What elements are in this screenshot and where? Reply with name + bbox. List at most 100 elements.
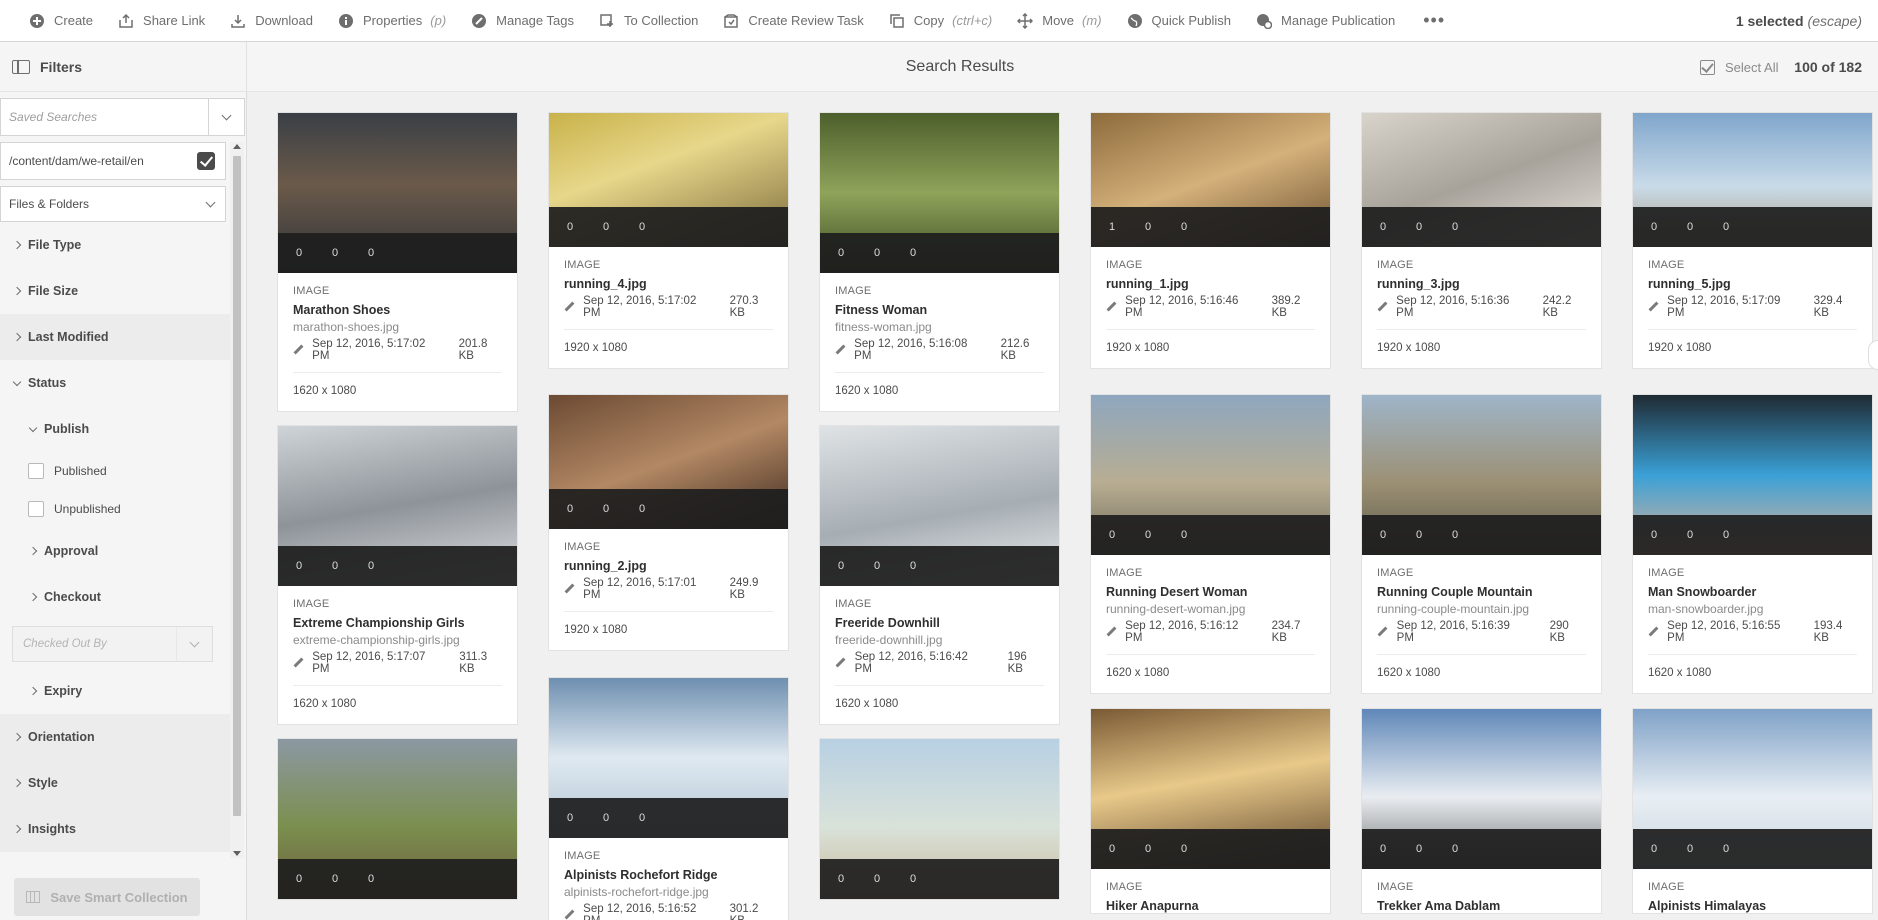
move-button[interactable]: Move (m): [1004, 0, 1113, 41]
stat-count: 0: [1145, 221, 1152, 233]
copy-icon: [888, 12, 906, 30]
path-checkbox[interactable]: [197, 152, 215, 170]
option-unpublished[interactable]: Unpublished: [0, 490, 230, 528]
saved-searches-dropdown[interactable]: [208, 99, 244, 135]
selection-status[interactable]: 1 selected (escape): [1736, 0, 1862, 42]
asset-card-9[interactable]: 0 0 0 IMAGE Freeride Downhill freeride-d…: [819, 425, 1060, 725]
checkbox[interactable]: [28, 463, 44, 479]
create-button[interactable]: Create: [0, 0, 105, 41]
path-filter[interactable]: /content/dam/we-retail/en: [0, 142, 226, 180]
asset-card-12[interactable]: 0 0 0 IMAGE Man Snowboarder man-snowboar…: [1632, 394, 1873, 694]
asset-thumbnail[interactable]: 0 0 0: [1633, 709, 1872, 869]
facet-approval[interactable]: Approval: [0, 528, 230, 574]
checkbox[interactable]: [28, 501, 44, 517]
grid-scroll-handle[interactable]: [1868, 340, 1878, 370]
create-review-task-button[interactable]: Create Review Task: [710, 0, 875, 41]
facet-label: File Type: [28, 238, 82, 252]
usage-stats-bar: 0 0 0: [820, 859, 1059, 899]
asset-card-11[interactable]: 0 0 0 IMAGE Running Couple Mountain runn…: [1361, 394, 1602, 694]
usage-stats-bar: 0 0 0: [1091, 829, 1330, 869]
asset-thumbnail[interactable]: 0 0 0: [820, 113, 1059, 273]
more-actions-button[interactable]: •••: [1407, 0, 1461, 41]
asset-card-17[interactable]: 0 0 0 IMAGE Trekker Ama Dablam: [1361, 708, 1602, 914]
facet-status[interactable]: Status: [0, 360, 230, 406]
asset-card-16[interactable]: 0 0 0 IMAGE Hiker Anapurna: [1090, 708, 1331, 914]
stat-count: 0: [1416, 529, 1423, 541]
facet-style[interactable]: Style: [0, 760, 230, 806]
asset-card-14[interactable]: 0 0 0 IMAGE Alpinists Rochefort Ridge al…: [548, 677, 789, 920]
option-published[interactable]: Published: [0, 452, 230, 490]
asset-card-2[interactable]: 0 0 0 IMAGE running_4.jpg Sep 12, 2016, …: [548, 112, 789, 369]
asset-card-15[interactable]: 0 0 0: [819, 738, 1060, 900]
asset-thumbnail[interactable]: 0 0 0: [1633, 113, 1872, 247]
stat-count: 0: [603, 812, 610, 824]
asset-thumbnail[interactable]: 0 0 0: [1091, 395, 1330, 555]
download-icon: [229, 12, 247, 30]
share-link-button[interactable]: Share Link: [105, 0, 217, 41]
asset-thumbnail[interactable]: 0 0 0: [1633, 395, 1872, 555]
action-toolbar: Create Share Link Download Properties (p…: [0, 0, 1878, 42]
asset-thumbnail[interactable]: 0 0 0: [820, 739, 1059, 899]
select-all-button[interactable]: Select All: [1700, 42, 1778, 92]
facet-insights[interactable]: Insights: [0, 806, 230, 852]
asset-type: IMAGE: [293, 598, 330, 610]
facet-publish[interactable]: Publish: [0, 406, 230, 452]
asset-card-5[interactable]: 0 0 0 IMAGE running_3.jpg Sep 12, 2016, …: [1361, 112, 1602, 369]
usage-stats-bar: 0 0 0: [278, 233, 517, 273]
asset-card-10[interactable]: 0 0 0 IMAGE Running Desert Woman running…: [1090, 394, 1331, 694]
properties-button[interactable]: Properties (p): [325, 0, 458, 41]
asset-card-6[interactable]: 0 0 0 IMAGE running_5.jpg Sep 12, 2016, …: [1632, 112, 1873, 369]
asset-thumbnail[interactable]: 0 0 0: [1091, 709, 1330, 869]
properties-shortcut: (p): [430, 13, 447, 28]
select-all-label: Select All: [1725, 59, 1779, 75]
saved-searches-select[interactable]: Saved Searches: [0, 98, 245, 136]
asset-thumbnail[interactable]: 0 0 0: [1362, 709, 1601, 869]
quick-publish-button[interactable]: Quick Publish: [1114, 0, 1243, 41]
asset-filename: alpinists-rochefort-ridge.jpg: [564, 885, 709, 899]
asset-thumbnail[interactable]: 0 0 0: [278, 739, 517, 899]
chevron-right-icon: [12, 732, 22, 742]
copy-button[interactable]: Copy (ctrl+c): [876, 0, 1004, 41]
asset-card-18[interactable]: 0 0 0 IMAGE Alpinists Himalayas: [1632, 708, 1873, 914]
facet-orientation[interactable]: Orientation: [0, 714, 230, 760]
asset-thumbnail[interactable]: 0 0 0: [1362, 113, 1601, 247]
to-collection-button[interactable]: To Collection: [586, 0, 710, 41]
facet-checkout[interactable]: Checkout: [0, 574, 230, 620]
asset-thumbnail[interactable]: 0 0 0: [549, 395, 788, 529]
facet-label: Orientation: [28, 730, 95, 744]
filters-toggle[interactable]: Filters: [0, 42, 247, 92]
manage-publication-button[interactable]: Manage Publication: [1243, 0, 1407, 41]
chevron-down-icon: [28, 423, 38, 432]
facet-expiry[interactable]: Expiry: [0, 668, 230, 714]
asset-thumbnail[interactable]: 0 0 0: [549, 113, 788, 247]
asset-thumbnail[interactable]: 0 0 0: [549, 678, 788, 838]
asset-card-3[interactable]: 0 0 0 IMAGE Fitness Woman fitness-woman.…: [819, 112, 1060, 412]
save-smart-collection-button[interactable]: Save Smart Collection: [14, 878, 200, 916]
sidebar-scrollbar[interactable]: [230, 142, 244, 858]
facet-last-modified[interactable]: Last Modified: [0, 314, 230, 360]
scroll-thumb[interactable]: [233, 156, 241, 816]
asset-thumbnail[interactable]: 1 0 0: [1091, 113, 1330, 247]
asset-card-13[interactable]: 0 0 0: [277, 738, 518, 900]
facet-file-type[interactable]: File Type: [0, 222, 230, 268]
facet-file-size[interactable]: File Size: [0, 268, 230, 314]
asset-dimensions: 1920 x 1080: [1648, 342, 1712, 354]
asset-title: Marathon Shoes: [293, 303, 391, 317]
asset-thumbnail[interactable]: 0 0 0: [278, 426, 517, 586]
scroll-down-icon[interactable]: [233, 851, 241, 856]
asset-card-4[interactable]: 1 0 0 IMAGE running_1.jpg Sep 12, 2016, …: [1090, 112, 1331, 369]
asset-card-7[interactable]: 0 0 0 IMAGE Extreme Championship Girls e…: [277, 425, 518, 725]
asset-thumbnail[interactable]: 0 0 0: [820, 426, 1059, 586]
files-folders-select[interactable]: Files & Folders: [0, 186, 226, 222]
stat-count: 1: [1109, 221, 1116, 233]
asset-card-1[interactable]: 0 0 0 IMAGE Marathon Shoes marathon-shoe…: [277, 112, 518, 412]
scroll-up-icon[interactable]: [233, 144, 241, 149]
download-button[interactable]: Download: [217, 0, 325, 41]
manage-tags-button[interactable]: Manage Tags: [458, 0, 586, 41]
checked-out-by-select[interactable]: Checked Out By: [12, 626, 213, 662]
asset-thumbnail[interactable]: 0 0 0: [1362, 395, 1601, 555]
asset-card-8[interactable]: 0 0 0 IMAGE running_2.jpg Sep 12, 2016, …: [548, 394, 789, 651]
asset-thumbnail[interactable]: 0 0 0: [278, 113, 517, 273]
checked-out-dropdown[interactable]: [176, 627, 212, 661]
stat-count: 0: [368, 247, 375, 259]
